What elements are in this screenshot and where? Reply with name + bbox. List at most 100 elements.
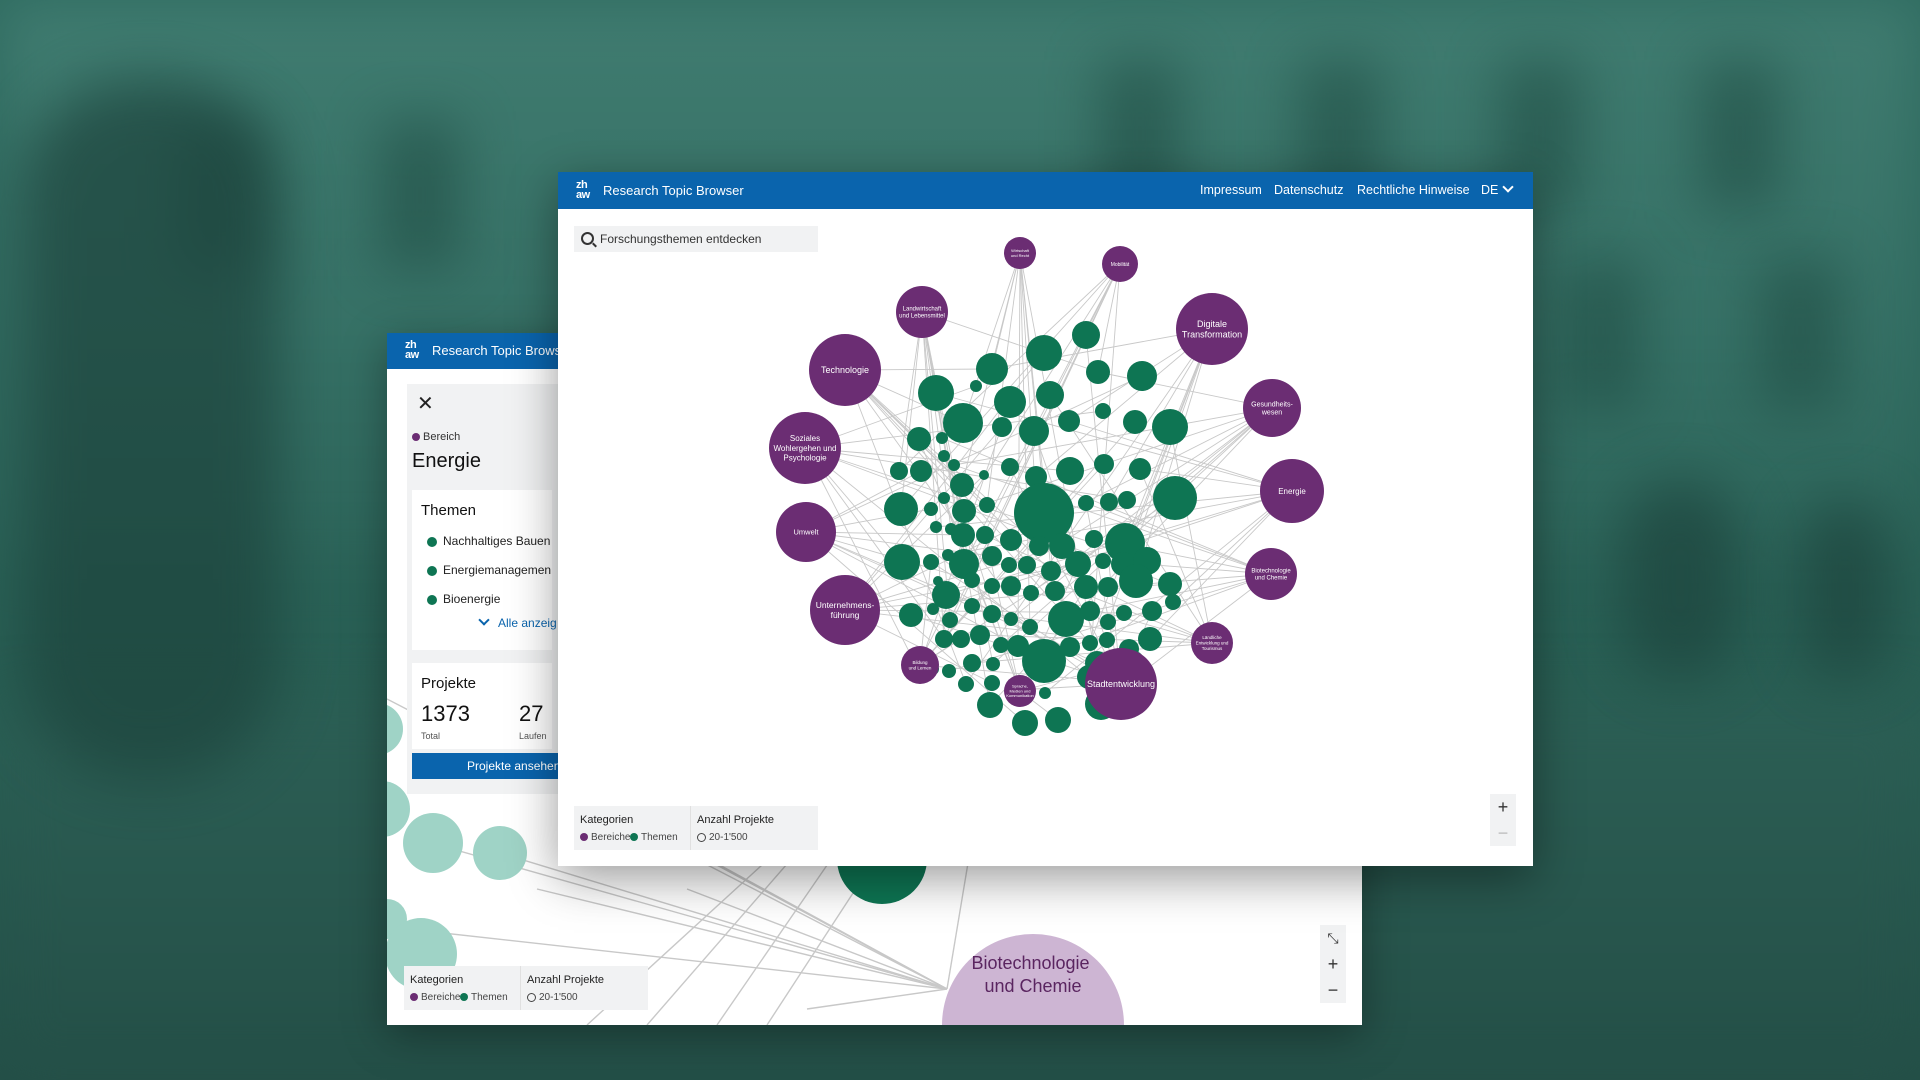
area-node[interactable]: Unternehmens-führung	[810, 575, 880, 645]
nav-link-rechtliche-hinweise[interactable]: Rechtliche Hinweise	[1357, 183, 1470, 197]
view-projects-button[interactable]: Projekte ansehen	[412, 753, 562, 779]
topic-node[interactable]	[1080, 601, 1100, 621]
topic-node[interactable]	[994, 386, 1026, 418]
zoom-out-button[interactable]: −	[1490, 820, 1516, 846]
nav-link-impressum[interactable]: Impressum	[1200, 183, 1262, 197]
topic-node[interactable]	[930, 521, 942, 533]
topic-node[interactable]	[1012, 710, 1038, 736]
topic-node[interactable]	[1086, 360, 1110, 384]
theme-item[interactable]: Nachhaltiges Bauen	[427, 534, 550, 548]
area-node[interactable]: Biotechnologie und Chemie	[1245, 548, 1297, 600]
topic-node[interactable]	[986, 657, 1000, 671]
topic-node[interactable]	[993, 637, 1009, 653]
nav-link-datenschutz[interactable]: Datenschutz	[1274, 183, 1343, 197]
topic-node[interactable]	[1000, 529, 1022, 551]
topic-node[interactable]	[907, 427, 931, 451]
topic-node[interactable]	[899, 603, 923, 627]
topic-node[interactable]	[387, 703, 403, 755]
topic-node[interactable]	[977, 692, 1003, 718]
topic-node[interactable]	[950, 473, 974, 497]
topic-node[interactable]	[1085, 530, 1103, 548]
topic-node[interactable]	[1004, 612, 1018, 626]
topic-node[interactable]	[1029, 536, 1049, 556]
topic-node[interactable]	[1142, 601, 1162, 621]
topic-node[interactable]	[1100, 493, 1118, 511]
topic-node[interactable]	[1165, 594, 1181, 610]
topic-node[interactable]	[948, 459, 960, 471]
topic-node[interactable]	[1153, 476, 1197, 520]
topic-node[interactable]	[923, 554, 939, 570]
topic-node[interactable]	[976, 526, 994, 544]
zoom-in-button[interactable]: +	[1320, 951, 1346, 977]
topic-node[interactable]	[1058, 410, 1080, 432]
topic-node[interactable]	[1123, 410, 1147, 434]
topic-node[interactable]	[1100, 614, 1116, 630]
topic-node[interactable]	[1127, 361, 1157, 391]
topic-node[interactable]	[1074, 575, 1098, 599]
topic-node[interactable]	[983, 605, 1001, 623]
topic-node[interactable]	[984, 675, 1000, 691]
topic-node[interactable]	[1099, 632, 1115, 648]
area-node[interactable]: Technologie	[809, 334, 881, 406]
topic-node[interactable]	[1045, 707, 1071, 733]
search-input[interactable]	[600, 226, 812, 252]
topic-node[interactable]	[884, 492, 918, 526]
topic-node[interactable]	[1078, 495, 1094, 511]
topic-node[interactable]	[403, 813, 463, 873]
topic-node[interactable]	[1026, 335, 1062, 371]
topic-node[interactable]	[979, 497, 995, 513]
topic-node[interactable]	[1082, 635, 1098, 651]
topic-node[interactable]	[1001, 576, 1021, 596]
topic-node[interactable]	[890, 462, 908, 480]
area-node[interactable]: Digitale Transformation	[1176, 293, 1248, 365]
topic-network-graph[interactable]: Wirtschaft und Recht Mobilität Digitale Tran…	[558, 209, 1533, 866]
topic-node[interactable]	[910, 460, 932, 482]
topic-node[interactable]	[1022, 619, 1038, 635]
topic-node[interactable]	[938, 492, 950, 504]
area-node[interactable]: Sprache, Medien und Kommunikation	[1004, 675, 1036, 707]
app-title[interactable]: Research Topic Brows	[432, 343, 561, 358]
zoom-out-button[interactable]: −	[1320, 977, 1346, 1003]
area-node[interactable]: Gesundheits-wesen	[1243, 379, 1301, 437]
show-all-link[interactable]: Alle anzeig	[478, 614, 557, 630]
topic-node[interactable]	[976, 353, 1008, 385]
topic-node[interactable]	[473, 826, 527, 880]
topic-node[interactable]	[935, 630, 953, 648]
topic-node[interactable]	[964, 572, 980, 588]
topic-node[interactable]	[943, 403, 983, 443]
area-node[interactable]: Umwelt	[776, 502, 836, 562]
area-node[interactable]: Soziales Wohlergehen und Psychologie	[769, 412, 841, 484]
topic-node[interactable]	[963, 654, 981, 672]
topic-node[interactable]	[1152, 409, 1188, 445]
topic-node[interactable]	[952, 630, 970, 648]
collapse-icon[interactable]: ⤡	[1320, 925, 1346, 951]
topic-node[interactable]	[992, 417, 1012, 437]
topic-node[interactable]	[1041, 561, 1061, 581]
topic-node[interactable]	[924, 502, 938, 516]
topic-node[interactable]	[1095, 553, 1111, 569]
topic-node[interactable]	[1036, 381, 1064, 409]
language-selector[interactable]: DE	[1481, 181, 1515, 197]
area-node[interactable]: Stadtentwicklung	[1085, 648, 1157, 720]
topic-node[interactable]	[1023, 585, 1039, 601]
topic-node[interactable]	[979, 470, 989, 480]
topic-node[interactable]	[1060, 637, 1080, 657]
topic-node[interactable]	[1116, 605, 1132, 621]
area-node[interactable]: Ländliche Entwicklung und Tourismus	[1191, 622, 1233, 664]
topic-node[interactable]	[1072, 321, 1100, 349]
topic-node[interactable]	[1022, 639, 1066, 683]
topic-node[interactable]	[951, 523, 975, 547]
topic-node[interactable]	[1056, 457, 1084, 485]
area-node[interactable]: Bildung und Lernen	[901, 646, 939, 684]
topic-node[interactable]	[927, 603, 939, 615]
topic-node[interactable]	[982, 546, 1002, 566]
area-node[interactable]: Energie	[1260, 459, 1324, 523]
topic-node[interactable]	[1045, 581, 1065, 601]
topic-node[interactable]	[970, 625, 990, 645]
area-node[interactable]: Wirtschaft und Recht	[1004, 237, 1036, 269]
topic-node[interactable]	[1119, 564, 1153, 598]
topic-node[interactable]	[1095, 403, 1111, 419]
topic-node[interactable]	[970, 380, 982, 392]
topic-node[interactable]	[1129, 458, 1151, 480]
topic-node[interactable]	[942, 664, 956, 678]
